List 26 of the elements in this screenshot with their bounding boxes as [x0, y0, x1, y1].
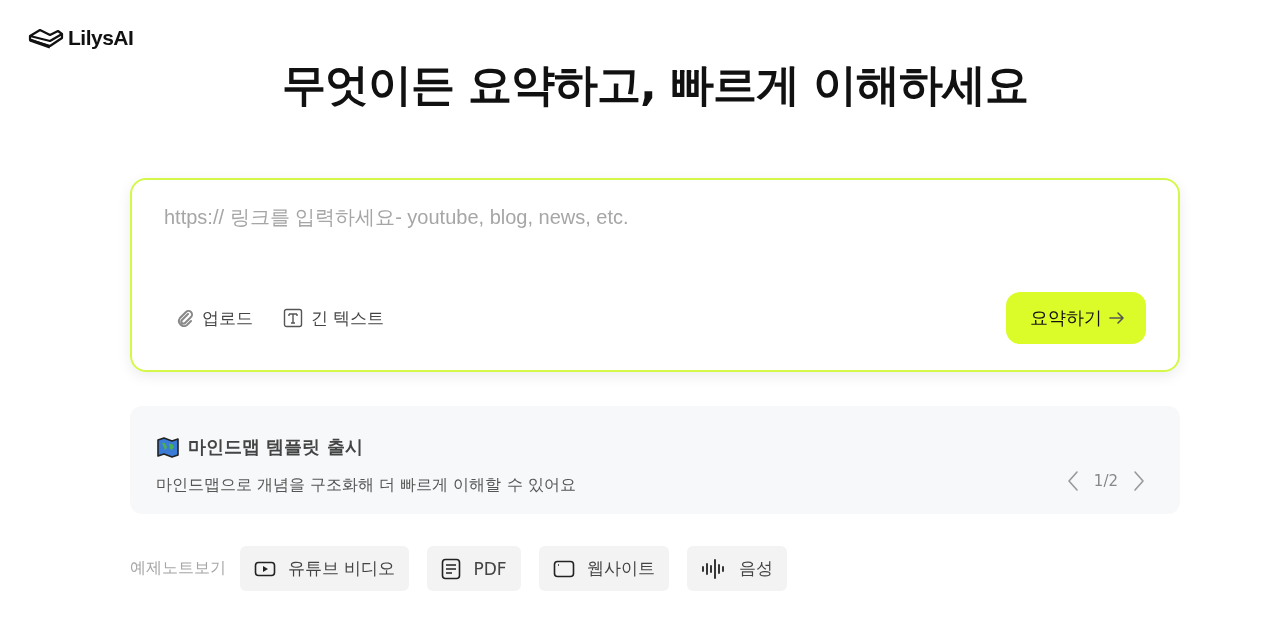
upload-button[interactable]: 업로드 [176, 306, 253, 330]
chevron-left-icon [1065, 470, 1080, 492]
example-chip[interactable]: 유튜브 비디오 [240, 546, 410, 591]
logo-link[interactable]: LilysAI [28, 26, 134, 50]
long-text-button[interactable]: 긴 텍스트 [283, 306, 385, 330]
notice-title: 마인드맵 템플릿 출시 [188, 435, 363, 459]
arrow-right-icon [1108, 309, 1126, 327]
books-icon [28, 26, 64, 50]
example-chip[interactable]: PDF [427, 546, 521, 591]
example-chip[interactable]: 웹사이트 [538, 546, 669, 591]
document-icon [441, 557, 462, 580]
waveform-icon [700, 558, 727, 579]
headline: 무엇이든 요약하고, 빠르게 이해하세요 [280, 60, 1030, 112]
window-icon [552, 559, 575, 578]
previous-button[interactable] [1065, 470, 1080, 492]
notice-description: 마인드맵으로 개념을 구조화해 더 빠르게 이해할 수 있어요 [156, 475, 576, 496]
paperclip-icon [176, 309, 194, 327]
page-counter: 1/2 [1093, 472, 1118, 490]
examples-label: 예제노트보기 [130, 558, 226, 579]
summarize-button[interactable]: 요약하기 [1006, 292, 1146, 344]
map-icon [156, 436, 180, 458]
example-chip[interactable]: 음성 [686, 546, 787, 591]
text-icon [283, 308, 303, 328]
chevron-right-icon [1132, 470, 1146, 492]
next-button[interactable] [1132, 470, 1146, 492]
play-icon [254, 559, 276, 578]
